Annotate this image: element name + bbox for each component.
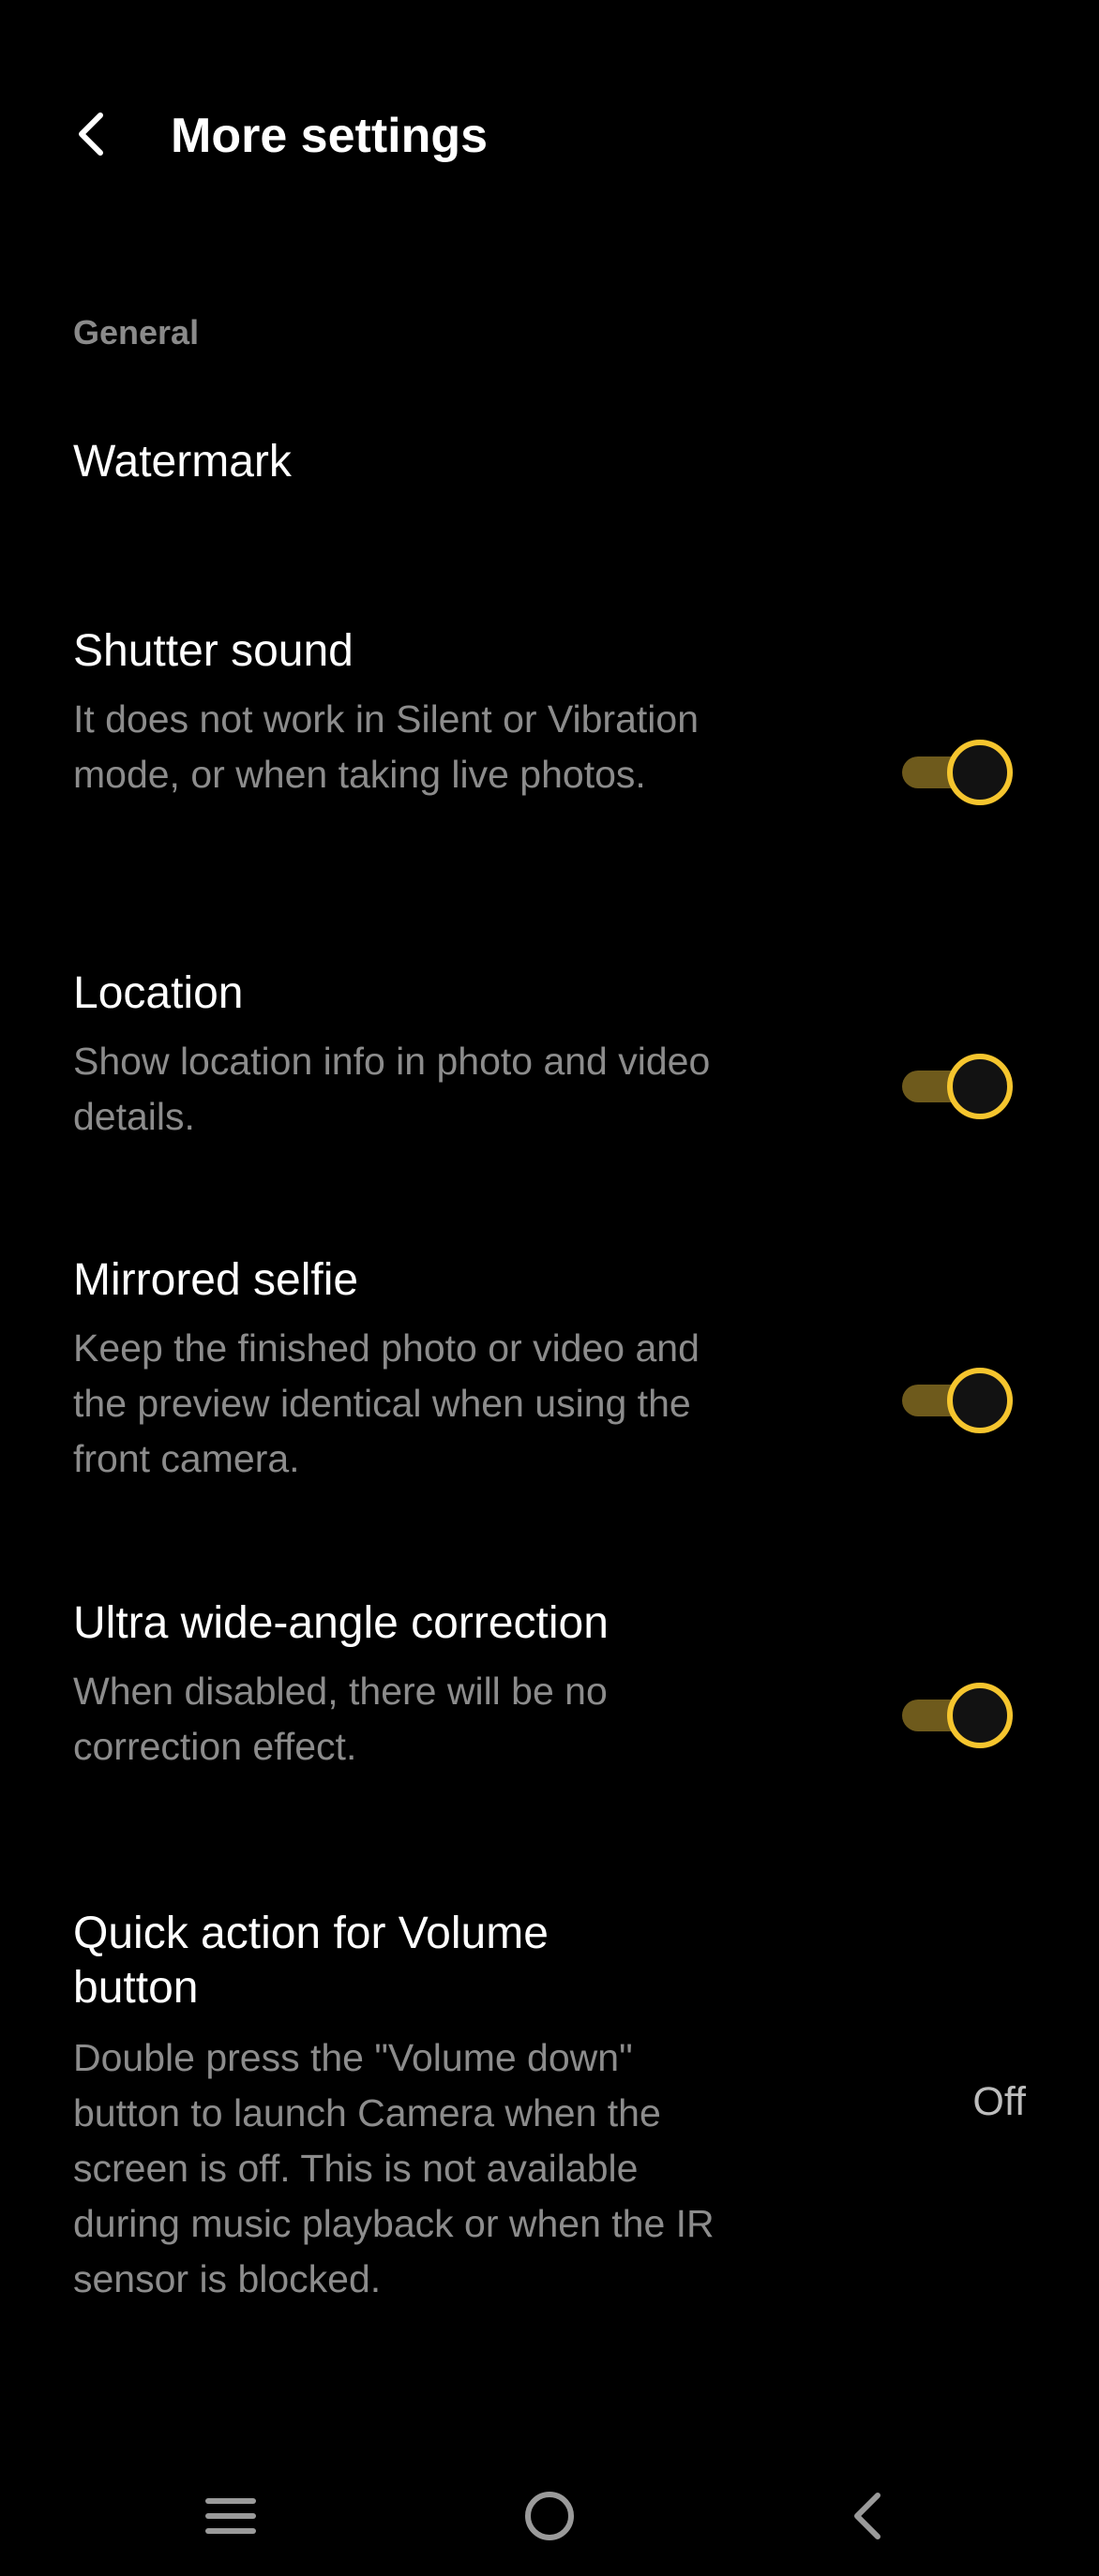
toggle-thumb — [947, 1054, 1013, 1119]
setting-title: Shutter sound — [73, 626, 354, 676]
system-nav-bar — [0, 2456, 1099, 2576]
setting-title: Watermark — [73, 437, 292, 487]
setting-location[interactable]: Location Show location info in photo and… — [0, 951, 1099, 1158]
page-title: More settings — [171, 109, 489, 163]
section-label-general: General — [73, 313, 200, 352]
setting-watermark[interactable]: Watermark — [0, 412, 1099, 516]
nav-back-button[interactable] — [810, 2456, 923, 2576]
setting-title: Mirrored selfie — [73, 1255, 359, 1305]
toggle-thumb — [947, 1683, 1013, 1748]
nav-home-button[interactable] — [493, 2456, 606, 2576]
setting-description: Double press the "Volume down" button to… — [73, 2036, 715, 2300]
toggle-thumb — [947, 1368, 1013, 1433]
back-button[interactable] — [58, 101, 124, 167]
setting-title: Ultra wide-angle correction — [73, 1598, 609, 1648]
mirrored-selfie-toggle[interactable] — [898, 1366, 1016, 1435]
setting-shutter-sound[interactable]: Shutter sound It does not work in Silent… — [0, 609, 1099, 872]
toggle-thumb — [947, 740, 1013, 805]
location-toggle[interactable] — [898, 1052, 1016, 1121]
setting-description: It does not work in Silent or Vibration … — [73, 697, 699, 796]
setting-title: Location — [73, 968, 244, 1018]
back-icon — [854, 2493, 881, 2539]
app-header: More settings — [0, 0, 1099, 272]
setting-volume-quick-action[interactable]: Quick action for Volume button Double pr… — [0, 1892, 1099, 2314]
home-icon — [525, 2492, 574, 2540]
shutter-sound-toggle[interactable] — [898, 738, 1016, 807]
setting-ultra-wide-correction[interactable]: Ultra wide-angle correction When disable… — [0, 1581, 1099, 1788]
menu-icon — [205, 2498, 256, 2534]
setting-description: Show location info in photo and video de… — [73, 1040, 711, 1138]
setting-title: Quick action for Volume button — [73, 1909, 549, 2013]
setting-mirrored-selfie[interactable]: Mirrored selfie Keep the finished photo … — [0, 1238, 1099, 1501]
chevron-left-icon — [79, 112, 103, 156]
setting-description: When disabled, there will be no correcti… — [73, 1670, 608, 1768]
ultra-wide-correction-toggle[interactable] — [898, 1681, 1016, 1750]
setting-description: Keep the finished photo or video and the… — [73, 1326, 700, 1480]
nav-menu-button[interactable] — [174, 2456, 287, 2576]
setting-value: Off — [972, 2079, 1026, 2124]
